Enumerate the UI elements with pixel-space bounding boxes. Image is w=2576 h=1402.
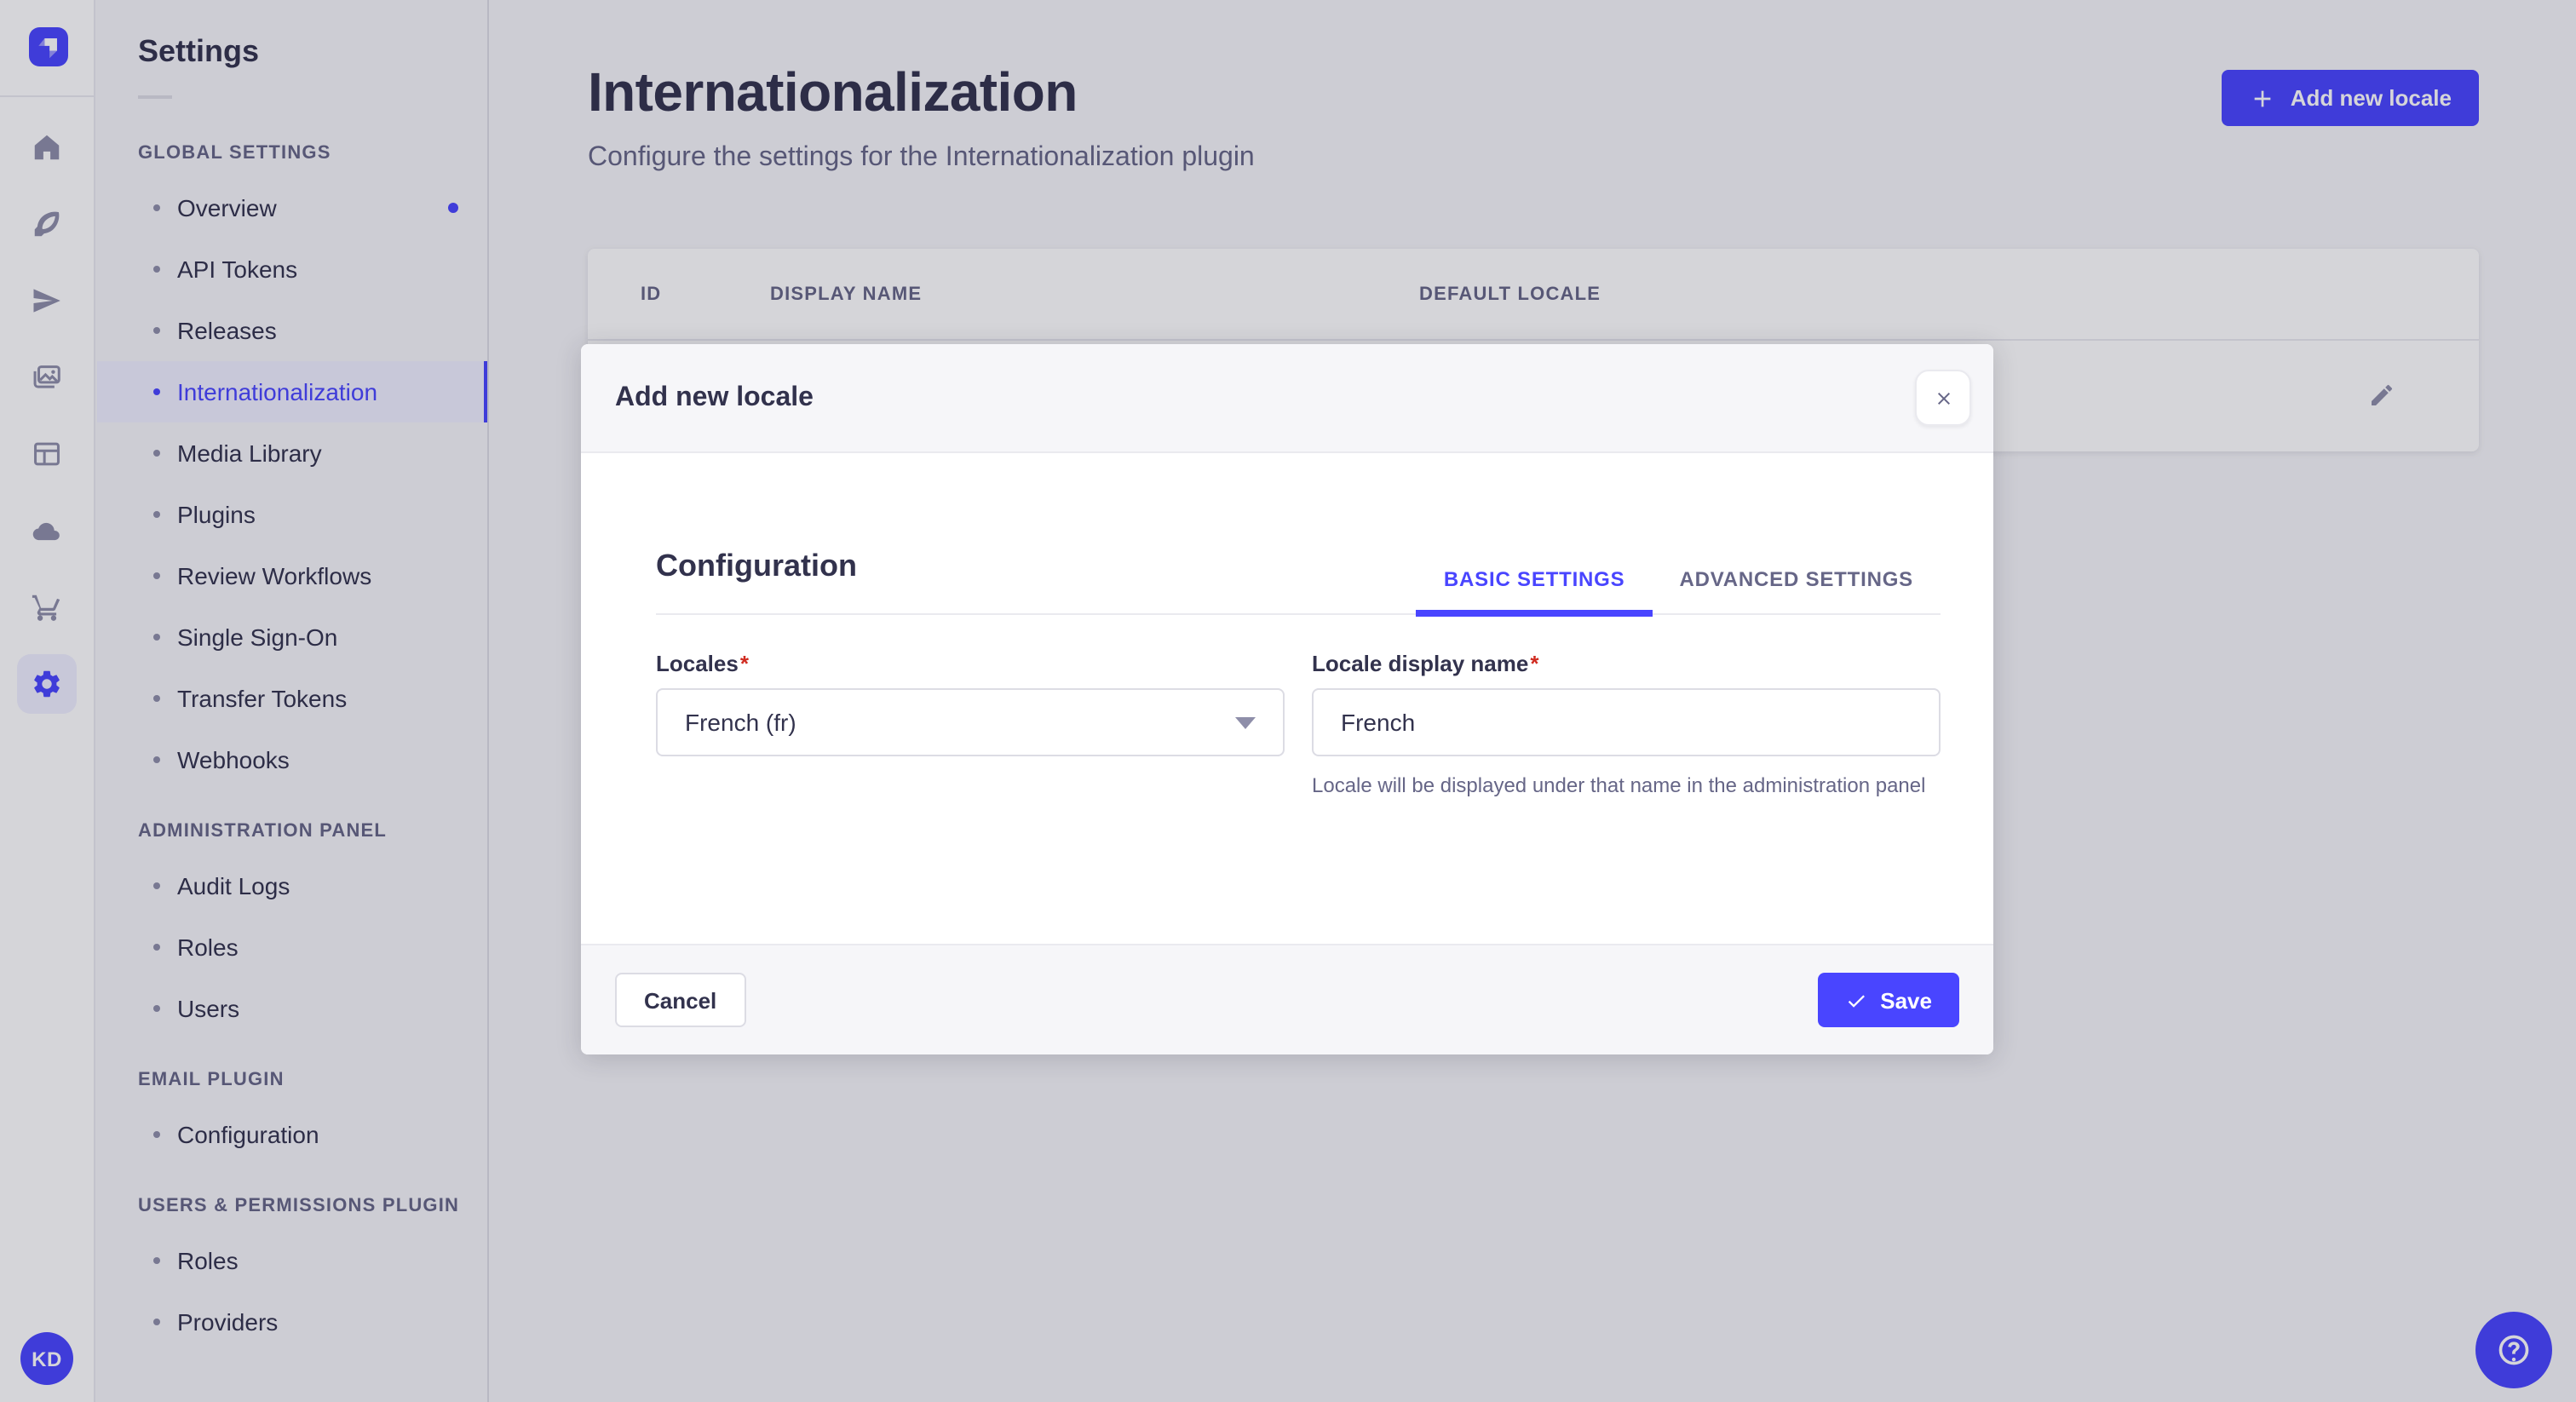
strapi-admin-app: KD Settings GLOBAL SETTINGS Overview API T… (0, 0, 2576, 1402)
check-icon (1848, 994, 1865, 1007)
display-name-field: Locale display name* Locale will be disp… (1312, 651, 1941, 801)
required-asterisk: * (1530, 651, 1539, 676)
modal-body: Configuration BASIC SETTINGS ADVANCED SET… (581, 453, 1993, 944)
add-locale-modal: Add new locale Configuration BASIC SETTI… (581, 344, 1993, 1054)
save-label: Save (1880, 987, 1932, 1013)
modal-footer: Cancel Save (581, 944, 1993, 1054)
configuration-row: Configuration BASIC SETTINGS ADVANCED SET… (656, 453, 1941, 617)
locale-form: Locales * French (fr) Locale display name… (656, 651, 1941, 801)
display-name-input[interactable] (1312, 688, 1941, 756)
configuration-heading: Configuration (656, 549, 857, 583)
tab-advanced-settings[interactable]: ADVANCED SETTINGS (1652, 567, 1941, 617)
locales-label: Locales * (656, 651, 749, 676)
display-name-label: Locale display name * (1312, 651, 1539, 676)
chevron-down-icon (1235, 716, 1256, 728)
save-button[interactable]: Save (1817, 973, 1959, 1027)
modal-header: Add new locale (581, 344, 1993, 453)
cancel-button[interactable]: Cancel (615, 973, 746, 1027)
required-asterisk: * (739, 651, 749, 676)
modal-close-button[interactable] (1915, 370, 1971, 426)
locales-select-value: French (fr) (685, 709, 796, 736)
display-name-hint: Locale will be displayed under that name… (1312, 773, 1926, 797)
close-icon (1937, 392, 1949, 404)
locales-select[interactable]: French (fr) (656, 688, 1285, 756)
tab-basic-settings[interactable]: BASIC SETTINGS (1416, 567, 1653, 617)
locales-field: Locales * French (fr) (656, 651, 1285, 801)
modal-title: Add new locale (615, 382, 814, 411)
settings-tabs: BASIC SETTINGS ADVANCED SETTINGS (1416, 567, 1941, 617)
